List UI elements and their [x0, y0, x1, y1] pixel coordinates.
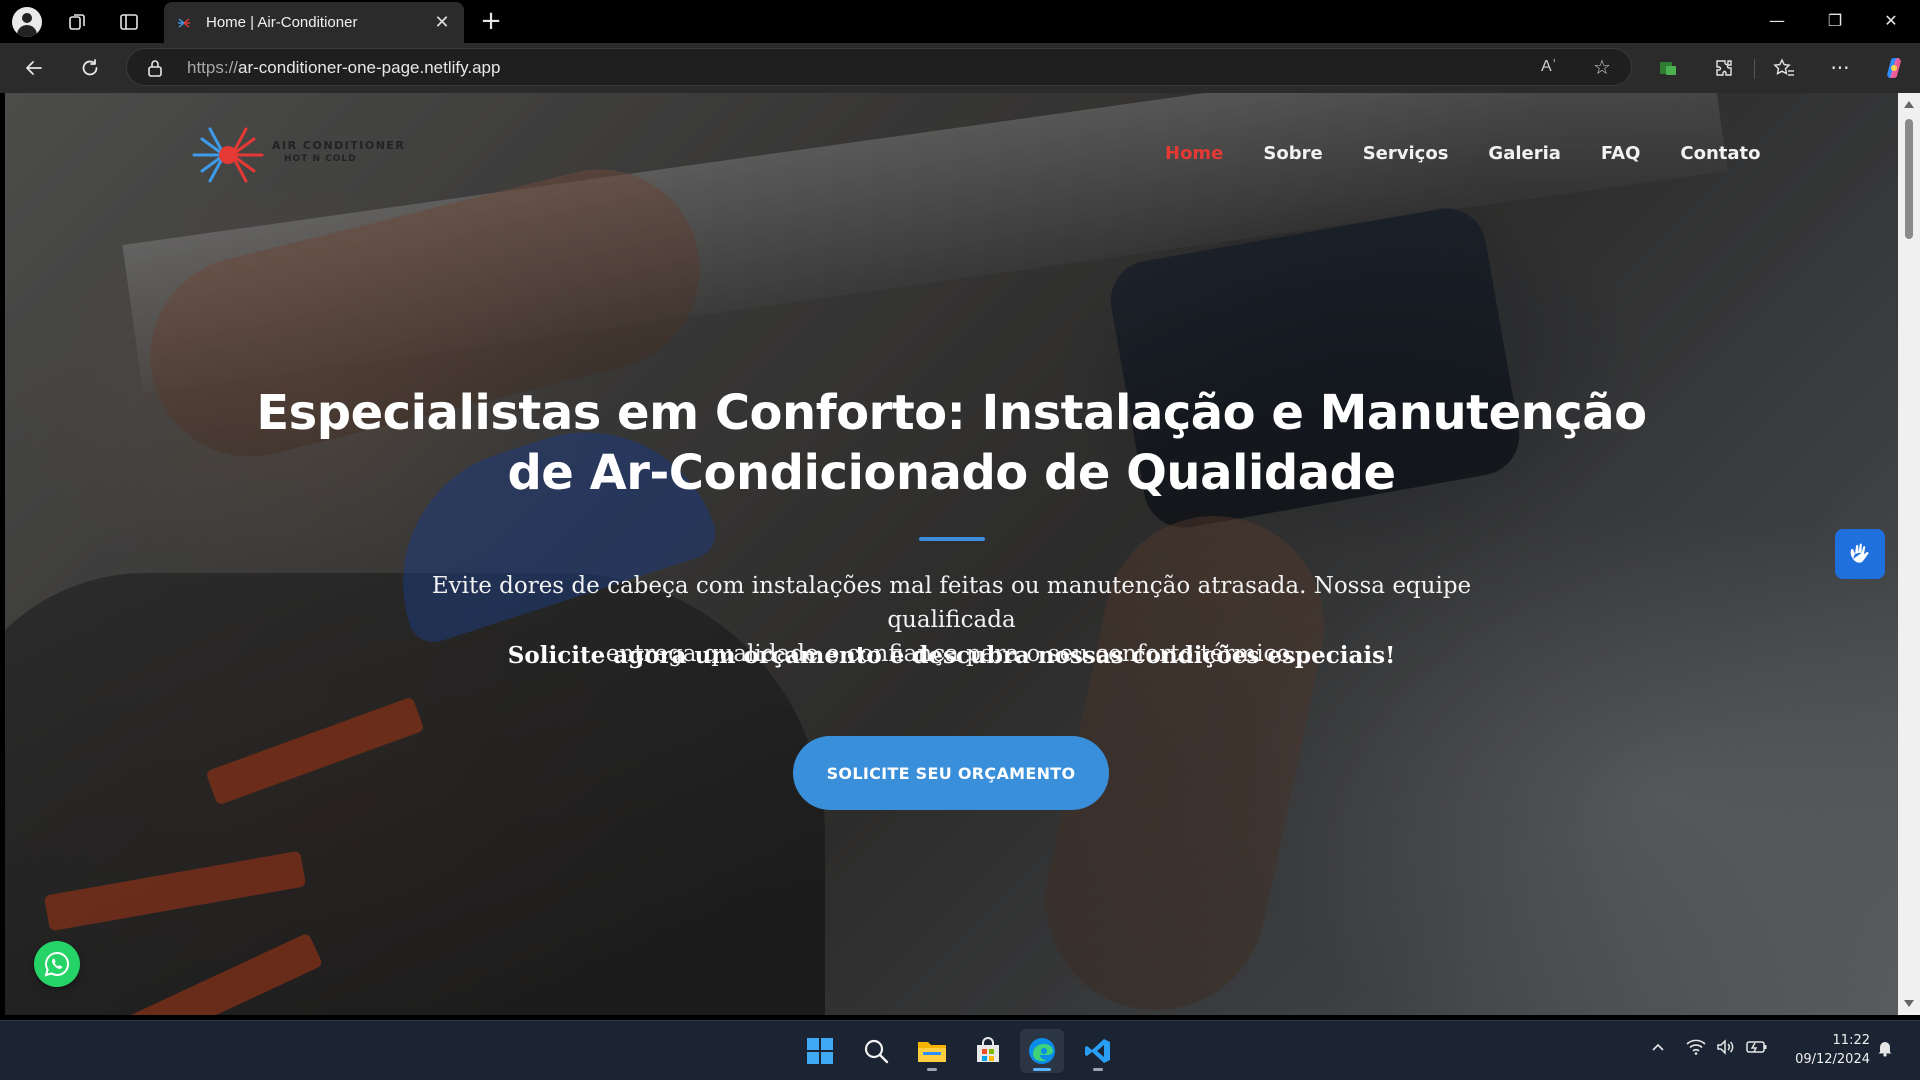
hero-title-line1: Especialistas em Conforto: Instalação e … [256, 385, 1647, 441]
toolbar-divider [1754, 59, 1755, 79]
snowflake-sun-logo-icon [192, 127, 264, 183]
tab-title: Home | Air-Conditioner [206, 14, 358, 31]
scroll-up-icon[interactable] [1904, 101, 1914, 108]
extension-icon[interactable] [1654, 54, 1682, 82]
favorite-star-icon[interactable]: ☆ [1593, 55, 1611, 79]
accessibility-sign-language-icon[interactable] [1835, 529, 1885, 579]
scrollbar-thumb[interactable] [1905, 119, 1913, 239]
puzzle-icon[interactable] [1710, 54, 1738, 82]
vscode-icon[interactable] [1076, 1029, 1120, 1073]
tab-close-icon[interactable]: ✕ [432, 12, 452, 33]
main-nav: Home Sobre Serviços Galeria FAQ Contato [1165, 143, 1801, 164]
window-close-button[interactable]: ✕ [1868, 6, 1914, 36]
more-icon[interactable]: ··· [1826, 54, 1854, 82]
url-text[interactable]: https://ar-conditioner-one-page.netlify.… [187, 58, 500, 78]
back-icon[interactable] [18, 52, 50, 84]
browser-tab-active[interactable]: Home | Air-Conditioner ✕ [164, 2, 464, 43]
url-protocol: https:// [187, 58, 239, 77]
reload-icon[interactable] [74, 52, 106, 84]
page-scrollbar[interactable] [1898, 93, 1920, 1015]
address-bar[interactable]: https://ar-conditioner-one-page.netlify.… [126, 48, 1632, 86]
hero-divider [919, 537, 985, 541]
window-maximize-button[interactable]: ❐ [1812, 6, 1858, 36]
whatsapp-icon[interactable] [34, 941, 80, 987]
hero-subtitle-line1: Evite dores de cabeça com instalações ma… [431, 573, 1472, 633]
microsoft-store-icon[interactable] [966, 1029, 1010, 1073]
windows-taskbar: 11:22 09/12/2024 [0, 1020, 1920, 1080]
site-logo[interactable]: AIR CONDITIONER HOT N COLD [188, 119, 408, 191]
browser-tab-strip: Home | Air-Conditioner ✕ + — ❐ ✕ [0, 0, 1920, 43]
notification-bell-icon[interactable] [1876, 1039, 1894, 1061]
clock-date: 09/12/2024 [1795, 1052, 1870, 1067]
nav-item-servicos[interactable]: Serviços [1363, 143, 1449, 164]
nav-item-galeria[interactable]: Galeria [1488, 143, 1561, 164]
workspaces-icon[interactable] [62, 7, 92, 37]
volume-icon[interactable] [1716, 1039, 1736, 1059]
copilot-icon[interactable] [1880, 54, 1908, 82]
browser-toolbar: https://ar-conditioner-one-page.netlify.… [0, 43, 1920, 93]
edge-icon[interactable] [1020, 1029, 1064, 1073]
page-viewport: AIR CONDITIONER HOT N COLD Home Sobre Se… [5, 93, 1898, 1015]
window-minimize-button[interactable]: — [1754, 6, 1800, 36]
scroll-down-icon[interactable] [1904, 1000, 1914, 1007]
battery-icon[interactable] [1746, 1039, 1768, 1059]
new-tab-button[interactable]: + [476, 7, 506, 37]
nav-item-sobre[interactable]: Sobre [1263, 143, 1322, 164]
hero-title-line2: de Ar-Condicionado de Qualidade [507, 445, 1396, 501]
lock-icon[interactable] [147, 59, 163, 77]
nav-item-home[interactable]: Home [1165, 143, 1223, 164]
site-favicon-icon [178, 17, 190, 28]
hero-background-image [5, 93, 1898, 1015]
read-aloud-icon[interactable]: Aʾ [1541, 58, 1557, 76]
hero-title: Especialistas em Conforto: Instalação e … [205, 383, 1698, 503]
logo-text-line1: AIR CONDITIONER [272, 139, 406, 152]
profile-icon[interactable] [12, 7, 42, 37]
search-icon[interactable] [854, 1029, 898, 1073]
clock-time: 11:22 [1832, 1033, 1870, 1048]
nav-item-contato[interactable]: Contato [1680, 143, 1760, 164]
system-clock[interactable]: 11:22 09/12/2024 [1780, 1031, 1870, 1069]
chevron-up-icon[interactable] [1650, 1039, 1666, 1059]
url-host: ar-conditioner-one-page.netlify.app [238, 58, 501, 77]
tab-actions-icon[interactable] [114, 7, 144, 37]
hero-cta-text: Solicite agora um orçamento e descubra n… [507, 642, 1396, 669]
wifi-icon[interactable] [1686, 1039, 1706, 1059]
logo-text-line2: HOT N COLD [284, 154, 357, 164]
nav-item-faq[interactable]: FAQ [1601, 143, 1640, 164]
request-quote-button[interactable]: SOLICITE SEU ORÇAMENTO [793, 736, 1109, 810]
file-explorer-icon[interactable] [910, 1029, 954, 1073]
favorites-icon[interactable] [1770, 54, 1798, 82]
windows-start-icon[interactable] [798, 1029, 842, 1073]
